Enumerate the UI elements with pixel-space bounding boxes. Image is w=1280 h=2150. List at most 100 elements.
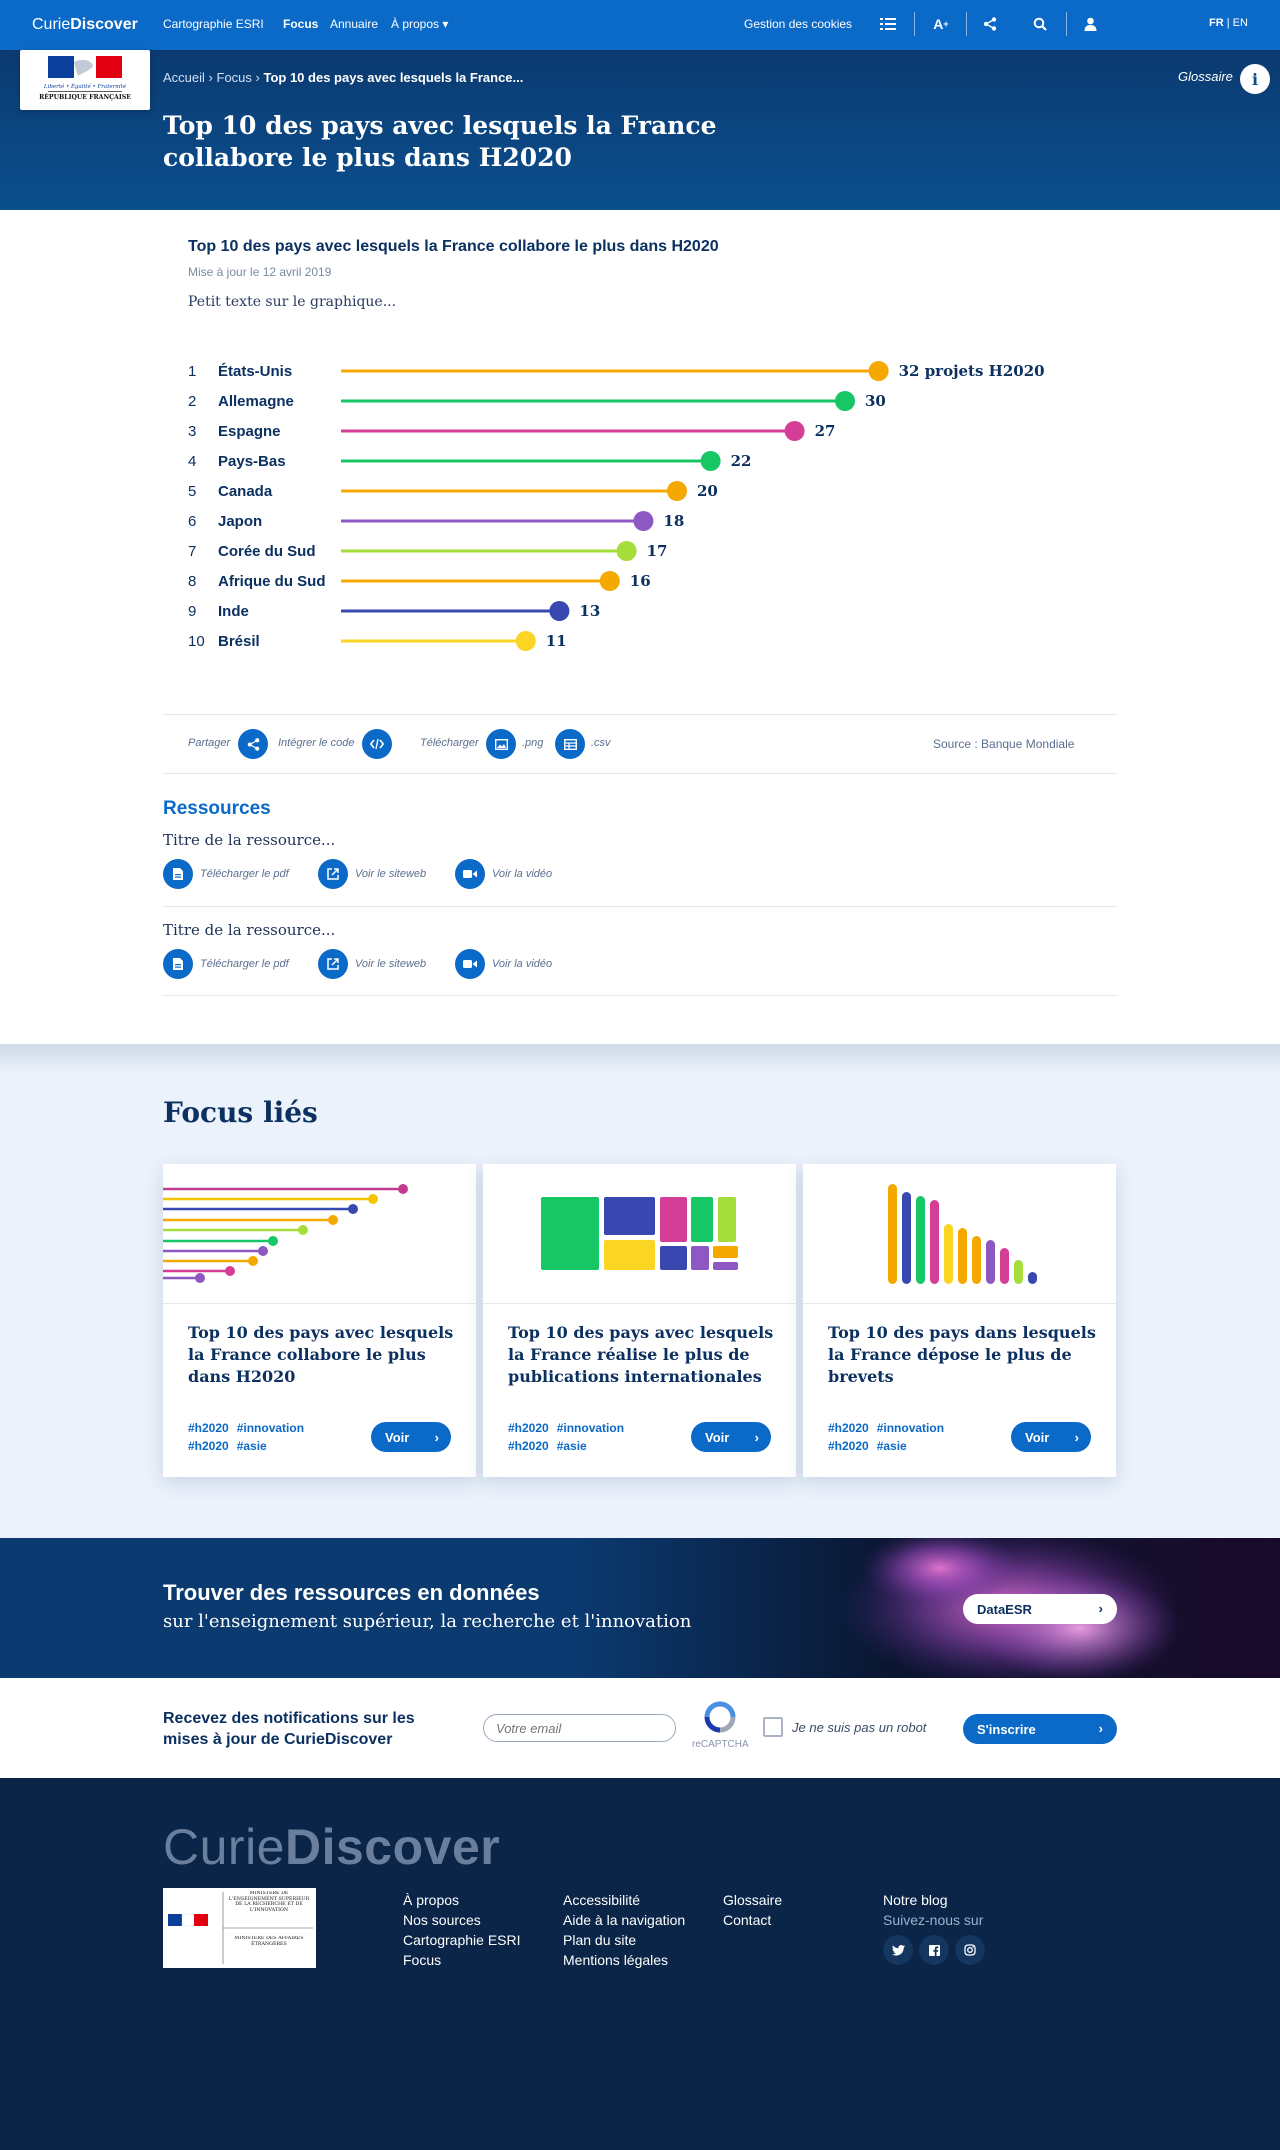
- tag[interactable]: #h2020: [508, 1439, 549, 1453]
- tag[interactable]: #asie: [877, 1439, 907, 1453]
- voir-button[interactable]: Voir ›: [1011, 1422, 1091, 1452]
- video-link[interactable]: Voir la vidéo: [492, 868, 552, 880]
- tag[interactable]: #asie: [237, 1439, 267, 1453]
- twitter-icon[interactable]: [883, 1935, 913, 1965]
- footer-link-contact[interactable]: Contact: [723, 1910, 782, 1930]
- download-pdf-link[interactable]: Télécharger le pdf: [200, 958, 289, 970]
- rank-label: 6: [188, 513, 196, 530]
- list-icon[interactable]: [878, 14, 898, 34]
- csv-label[interactable]: .csv: [591, 737, 611, 749]
- footer-link-a-propos[interactable]: À propos: [403, 1890, 521, 1910]
- nav-link-annuaire[interactable]: Annuaire: [330, 17, 378, 31]
- lang-en[interactable]: EN: [1233, 17, 1248, 29]
- card-title[interactable]: Top 10 des pays avec lesquels la France …: [188, 1322, 458, 1388]
- footer-link-mentions[interactable]: Mentions légales: [563, 1950, 685, 1970]
- recaptcha-widget[interactable]: reCAPTCHA: [692, 1700, 749, 1752]
- robot-checkbox[interactable]: [763, 1717, 783, 1737]
- lang-fr[interactable]: FR: [1209, 17, 1224, 29]
- resource-title[interactable]: Titre de la ressource...: [163, 831, 335, 849]
- info-icon[interactable]: i: [1240, 64, 1270, 94]
- related-card[interactable]: Top 10 des pays avec lesquels la France …: [483, 1164, 796, 1477]
- nav-link-a-propos[interactable]: À propos ▾: [391, 17, 448, 31]
- rank-label: 8: [188, 573, 196, 590]
- download-pdf-link[interactable]: Télécharger le pdf: [200, 868, 289, 880]
- footer-column: À propos Nos sources Cartographie ESRI F…: [403, 1890, 521, 1970]
- embed-label: Intégrer le code: [278, 737, 355, 749]
- dataesr-button[interactable]: DataESR ›: [963, 1594, 1117, 1624]
- footer-column: Notre blog Suivez-nous sur: [883, 1890, 983, 1930]
- chart-title: Top 10 des pays avec lesquels la France …: [188, 238, 719, 255]
- website-link[interactable]: Voir le siteweb: [355, 958, 426, 970]
- tag[interactable]: #innovation: [237, 1421, 304, 1435]
- republique-francaise-logo[interactable]: Liberté • Égalité • Fraternité RÉPUBLIQU…: [20, 50, 150, 110]
- footer-link-aide[interactable]: Aide à la navigation: [563, 1910, 685, 1930]
- footer-link-cartographie[interactable]: Cartographie ESRI: [403, 1930, 521, 1950]
- png-label[interactable]: .png: [522, 737, 543, 749]
- footer-link-blog[interactable]: Notre blog: [883, 1890, 983, 1910]
- subscribe-button[interactable]: S'inscrire ›: [963, 1714, 1117, 1744]
- tag[interactable]: #h2020: [508, 1421, 549, 1435]
- pdf-icon[interactable]: [163, 859, 193, 889]
- lollipop-dot: [549, 601, 570, 621]
- rank-label: 10: [188, 633, 205, 650]
- related-card[interactable]: Top 10 des pays dans lesquels la France …: [803, 1164, 1116, 1477]
- text-size-icon[interactable]: A +: [928, 14, 954, 34]
- chevron-right-icon: ›: [1098, 1721, 1103, 1736]
- footer-link-plan[interactable]: Plan du site: [563, 1930, 685, 1950]
- tag[interactable]: #h2020: [828, 1439, 869, 1453]
- share-button[interactable]: [238, 729, 268, 759]
- video-link[interactable]: Voir la vidéo: [492, 958, 552, 970]
- footer-brand[interactable]: CurieDiscover: [163, 1818, 500, 1876]
- external-link-icon[interactable]: [318, 859, 348, 889]
- table-download-icon[interactable]: [555, 729, 585, 759]
- tag[interactable]: #h2020: [828, 1421, 869, 1435]
- country-label: Afrique du Sud: [218, 573, 326, 590]
- tag[interactable]: #h2020: [188, 1421, 229, 1435]
- voir-button-label: Voir: [1025, 1429, 1050, 1445]
- tag[interactable]: #asie: [557, 1439, 587, 1453]
- tag[interactable]: #innovation: [877, 1421, 944, 1435]
- nav-link-focus[interactable]: Focus: [283, 17, 318, 31]
- lollipop-dot: [700, 451, 721, 471]
- facebook-icon[interactable]: [919, 1935, 949, 1965]
- breadcrumb-separator: ›: [208, 70, 217, 85]
- related-card[interactable]: Top 10 des pays avec lesquels la France …: [163, 1164, 476, 1477]
- language-switch[interactable]: FR | EN: [1209, 17, 1248, 29]
- chevron-right-icon: ›: [434, 1430, 439, 1445]
- chevron-right-icon: ›: [1098, 1601, 1103, 1616]
- rank-label: 9: [188, 603, 196, 620]
- nav-link-cartographie[interactable]: Cartographie ESRI: [163, 17, 264, 31]
- website-link[interactable]: Voir le siteweb: [355, 868, 426, 880]
- breadcrumb-home[interactable]: Accueil: [163, 70, 205, 85]
- ministry-logo[interactable]: MINISTÈRE DE L'ENSEIGNEMENT SUPÉRIEUR DE…: [163, 1888, 316, 1968]
- resource-title[interactable]: Titre de la ressource...: [163, 921, 335, 939]
- user-icon[interactable]: [1080, 14, 1100, 34]
- breadcrumb-focus[interactable]: Focus: [217, 70, 252, 85]
- email-input[interactable]: [483, 1714, 676, 1742]
- card-title[interactable]: Top 10 des pays dans lesquels la France …: [828, 1322, 1098, 1388]
- footer-link-focus[interactable]: Focus: [403, 1950, 521, 1970]
- tag[interactable]: #innovation: [557, 1421, 624, 1435]
- external-link-icon[interactable]: [318, 949, 348, 979]
- card-title[interactable]: Top 10 des pays avec lesquels la France …: [508, 1322, 778, 1388]
- voir-button[interactable]: Voir ›: [691, 1422, 771, 1452]
- cookies-link[interactable]: Gestion des cookies: [744, 17, 852, 31]
- video-icon[interactable]: [455, 949, 485, 979]
- image-download-icon[interactable]: [486, 729, 516, 759]
- glossary-link[interactable]: Glossaire: [1178, 69, 1233, 84]
- footer-link-sources[interactable]: Nos sources: [403, 1910, 521, 1930]
- code-embed-button[interactable]: [362, 729, 392, 759]
- pdf-icon[interactable]: [163, 949, 193, 979]
- video-icon[interactable]: [455, 859, 485, 889]
- banner-subheading: sur l'enseignement supérieur, la recherc…: [163, 1611, 692, 1632]
- card-tags: #h2020 #innovation #h2020 #asie: [188, 1419, 312, 1455]
- tag[interactable]: #h2020: [188, 1439, 229, 1453]
- search-icon[interactable]: [1030, 14, 1050, 34]
- share-icon[interactable]: [980, 14, 1000, 34]
- instagram-icon[interactable]: [955, 1935, 985, 1965]
- divider: [163, 995, 1117, 996]
- footer-link-glossaire[interactable]: Glossaire: [723, 1890, 782, 1910]
- footer-link-accessibilite[interactable]: Accessibilité: [563, 1890, 685, 1910]
- voir-button[interactable]: Voir ›: [371, 1422, 451, 1452]
- brand-logo[interactable]: CurieDiscover: [32, 16, 138, 34]
